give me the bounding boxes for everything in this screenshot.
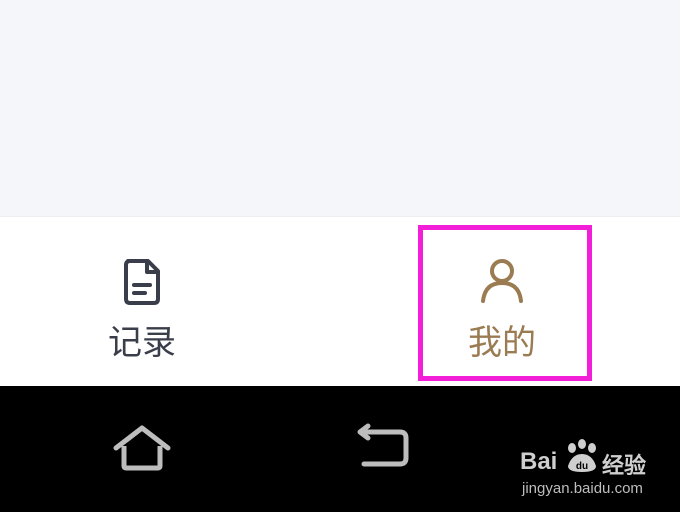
baidu-watermark: Bai du 经验 jingyan.baidu.com [520,438,670,502]
watermark-jingyan-text: 经验 [602,454,647,479]
document-icon [124,259,160,305]
watermark-url: jingyan.baidu.com [522,480,643,497]
content-area [0,0,680,216]
tab-records[interactable]: 记录 [52,217,232,387]
tab-mine[interactable]: 我的 [412,217,592,387]
watermark-brand-text: Bai [520,448,558,475]
bottom-tab-bar: 记录 我的 [0,216,680,386]
app-screen: 记录 我的 Bai du 经验 jingyan.baidu.com [0,0,680,512]
paw-icon: du [568,439,596,472]
svg-text:du: du [576,461,588,472]
tab-mine-label: 我的 [468,323,536,363]
tab-records-label: 记录 [108,323,176,363]
home-icon[interactable] [110,422,174,474]
back-icon[interactable] [352,422,416,474]
user-icon [481,259,523,303]
